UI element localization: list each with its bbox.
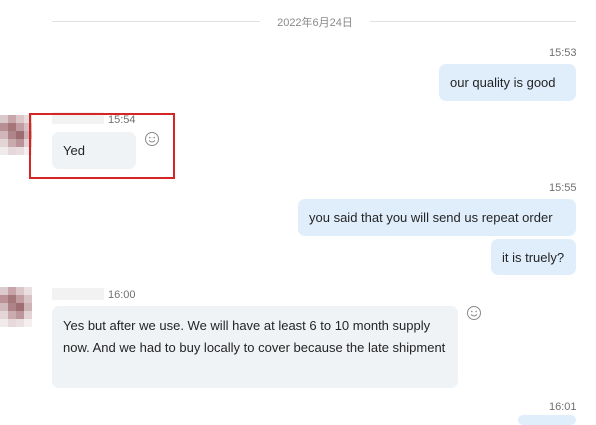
message-text: it is truely? <box>502 250 565 265</box>
incoming-message-bubble[interactable]: Yes but after we use. We will have at le… <box>52 306 458 388</box>
highlight-box <box>29 113 175 179</box>
outgoing-message-bubble[interactable] <box>518 415 576 425</box>
divider-line-right <box>370 21 576 22</box>
message-text: our quality is good <box>450 75 556 90</box>
outgoing-message-bubble[interactable]: our quality is good <box>439 64 576 101</box>
sender-name-blurred <box>52 288 104 300</box>
message-text: Yes but after we use. We will have at le… <box>63 318 446 355</box>
message-time: 16:00 <box>108 289 136 301</box>
message-time: 15:53 <box>549 47 577 59</box>
date-divider: 2022年6月24日 <box>277 17 353 29</box>
message-text: you said that you will send us repeat or… <box>309 210 553 225</box>
sender-avatar[interactable] <box>0 287 40 327</box>
outgoing-message-bubble[interactable]: you said that you will send us repeat or… <box>298 199 576 236</box>
message-time: 16:01 <box>549 401 577 413</box>
message-time: 15:55 <box>549 182 577 194</box>
outgoing-message-bubble[interactable]: it is truely? <box>491 239 576 275</box>
divider-line-left <box>52 21 260 22</box>
smiley-reaction-icon[interactable] <box>466 305 482 321</box>
